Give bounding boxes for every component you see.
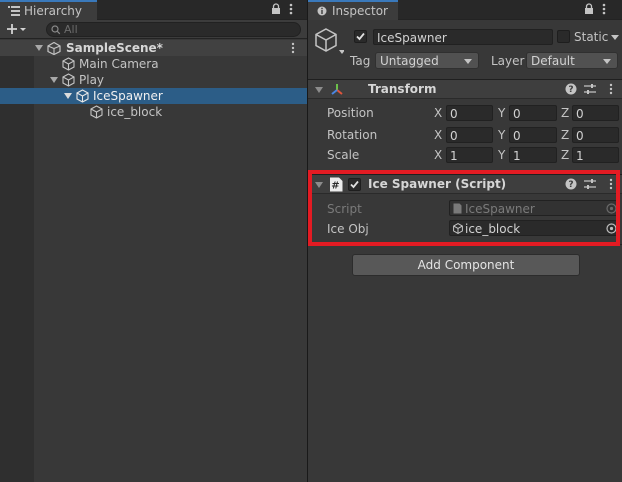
expand-arrow-icon[interactable] (64, 93, 72, 99)
hierarchy-item-label: Play (79, 73, 105, 87)
panel-menu-icon[interactable] (289, 3, 293, 15)
lock-icon[interactable] (584, 3, 594, 15)
rotation-y-field[interactable]: 0 (509, 127, 557, 143)
position-y-field[interactable]: 0 (509, 105, 557, 121)
scale-x-value: 1 (450, 149, 458, 163)
gameobject-cube-icon (62, 73, 75, 87)
object-name-value: IceSpawner (377, 31, 447, 45)
position-x-value: 0 (450, 107, 458, 121)
inspector-tab-bar: Inspector (308, 0, 622, 20)
layer-dropdown[interactable]: Default (526, 52, 618, 69)
active-checkbox[interactable] (354, 30, 367, 43)
object-name-field[interactable]: IceSpawner (373, 29, 553, 45)
axis-y-label: Y (498, 148, 506, 162)
hierarchy-toolbar: All (0, 20, 307, 39)
layer-value: Default (531, 54, 575, 68)
help-icon[interactable]: ? (565, 83, 577, 95)
scale-y-value: 1 (513, 149, 521, 163)
component-menu-icon[interactable] (609, 83, 613, 95)
add-component-button[interactable]: Add Component (352, 254, 580, 276)
transform-title: Transform (368, 82, 437, 96)
rotation-label: Rotation (327, 128, 378, 142)
axis-x-label: X (434, 148, 443, 162)
chevron-down-icon (603, 59, 611, 64)
scene-name: SampleScene* (66, 41, 163, 55)
preset-sliders-icon[interactable] (584, 83, 596, 95)
position-row: Position X 0 Y 0 Z 0 (308, 104, 622, 122)
static-label: Static (574, 30, 609, 44)
scale-row: Scale X 1 Y 1 Z 1 (308, 146, 622, 164)
inspector-tab[interactable]: Inspector (308, 0, 398, 20)
inspector-tab-label: Inspector (332, 4, 388, 18)
axis-y-label: Y (498, 106, 506, 120)
expand-arrow-icon[interactable] (35, 45, 43, 51)
rotation-row: Rotation X 0 Y 0 Z 0 (308, 126, 622, 144)
hierarchy-item-icespawner[interactable]: IceSpawner (0, 88, 307, 104)
position-z-value: 0 (576, 107, 584, 121)
inspector-panel: Inspector IceSpawner Static Tag Untagged… (308, 0, 622, 482)
panel-menu-icon[interactable] (602, 3, 606, 15)
scene-menu-icon[interactable] (291, 42, 295, 54)
axis-z-label: Z (561, 148, 570, 162)
transform-header[interactable]: Transform ? (308, 79, 622, 99)
rotation-y-value: 0 (513, 129, 521, 143)
foldout-arrow-icon[interactable] (315, 87, 323, 93)
position-x-field[interactable]: 0 (446, 105, 493, 121)
hierarchy-tab-label: Hierarchy (24, 4, 83, 18)
search-icon (51, 25, 62, 35)
hierarchy-tab[interactable]: Hierarchy (0, 0, 97, 20)
static-dropdown-arrow-icon[interactable] (611, 35, 619, 40)
create-plus-icon[interactable] (6, 23, 28, 35)
tag-value: Untagged (380, 54, 439, 68)
gameobject-cube-icon (90, 105, 103, 119)
info-icon (317, 6, 327, 16)
scene-row[interactable]: SampleScene* (0, 40, 307, 56)
scale-label: Scale (327, 148, 360, 162)
hierarchy-list-icon (8, 6, 20, 16)
hierarchy-search-input[interactable]: All (46, 22, 301, 37)
position-z-field[interactable]: 0 (572, 105, 619, 121)
tag-dropdown[interactable]: Untagged (375, 52, 479, 69)
highlight-box (308, 170, 620, 246)
scale-z-field[interactable]: 1 (572, 147, 619, 163)
hierarchy-tab-bar: Hierarchy (0, 0, 307, 20)
hierarchy-item-play[interactable]: Play (0, 72, 307, 88)
rotation-x-value: 0 (450, 129, 458, 143)
gameobject-cube-icon (62, 57, 75, 71)
hierarchy-item-label: ice_block (107, 105, 163, 119)
position-label: Position (327, 106, 374, 120)
rotation-z-field[interactable]: 0 (572, 127, 619, 143)
rotation-z-value: 0 (576, 129, 584, 143)
position-y-value: 0 (513, 107, 521, 121)
rotation-x-field[interactable]: 0 (446, 127, 493, 143)
hierarchy-item-main-camera[interactable]: Main Camera (0, 56, 307, 72)
axis-y-label: Y (498, 128, 506, 142)
layer-label: Layer (491, 54, 525, 68)
transform-axes-icon (329, 82, 345, 98)
svg-text:?: ? (568, 85, 573, 95)
scale-z-value: 1 (576, 149, 584, 163)
axis-z-label: Z (561, 128, 570, 142)
hierarchy-item-label: Main Camera (79, 57, 159, 71)
axis-z-label: Z (561, 106, 570, 120)
chevron-down-icon (464, 59, 472, 64)
gameobject-cube-icon (76, 89, 89, 103)
gameobject-large-cube-icon[interactable] (314, 27, 344, 57)
hierarchy-item-ice-block[interactable]: ice_block (0, 104, 307, 120)
tag-label: Tag (350, 54, 371, 68)
unity-scene-icon (47, 42, 61, 55)
lock-icon[interactable] (271, 3, 281, 15)
axis-x-label: X (434, 106, 443, 120)
scale-y-field[interactable]: 1 (509, 147, 557, 163)
expand-arrow-icon[interactable] (50, 77, 58, 83)
static-checkbox[interactable] (557, 30, 570, 43)
hierarchy-item-label: IceSpawner (93, 89, 163, 103)
search-placeholder: All (64, 23, 78, 36)
scale-x-field[interactable]: 1 (446, 147, 493, 163)
hierarchy-panel: Hierarchy All SampleScene* Main Camera P… (0, 0, 307, 482)
axis-x-label: X (434, 128, 443, 142)
